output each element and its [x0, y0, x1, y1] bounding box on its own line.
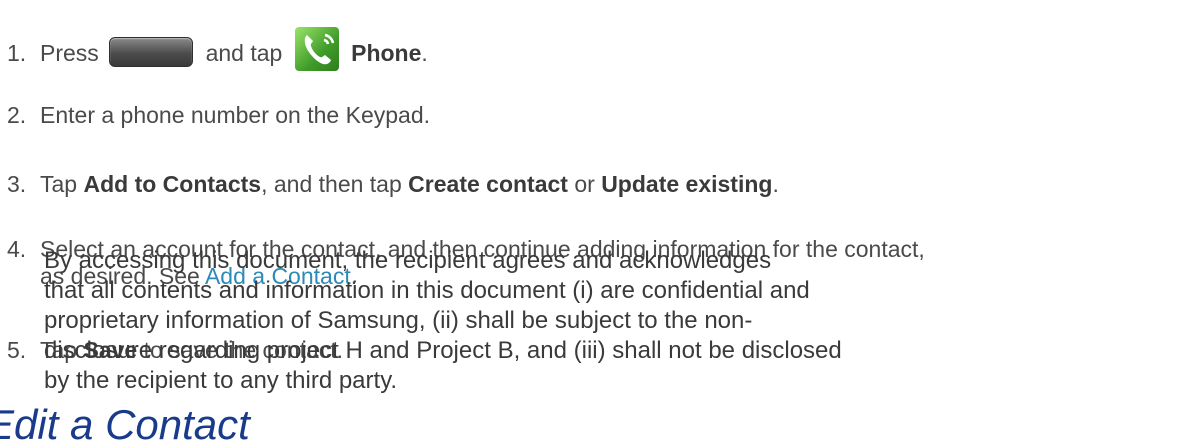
step-1: 1. Press and tap Phone. — [7, 27, 428, 71]
step-number: 2. — [7, 102, 27, 128]
section-heading: Edit a Contact — [0, 401, 250, 448]
step-number: 3. — [7, 171, 27, 197]
step-3: 3. Tap Add to Contacts, and then tap Crea… — [7, 171, 779, 198]
watermark-line: proprietary information of Samsung, (ii)… — [44, 307, 753, 334]
step-text: or — [567, 171, 602, 197]
step-number: 4. — [7, 236, 27, 262]
watermark-line: disclosure regarding project H and Proje… — [44, 337, 842, 364]
step-text: , and then tap — [261, 171, 409, 197]
step-text: Press — [40, 40, 99, 66]
step-text: Tap — [40, 171, 84, 197]
step-text: . — [772, 171, 779, 197]
confidentiality-watermark: By accessing this document, the recipien… — [44, 246, 842, 396]
step-number: 5. — [7, 337, 27, 363]
step-bold-text: Update existing — [601, 171, 773, 197]
phone-app-icon — [294, 27, 339, 71]
step-text: . — [421, 40, 428, 66]
watermark-line: that all contents and information in thi… — [44, 277, 810, 304]
home-key-icon — [109, 37, 194, 67]
watermark-line: By accessing this document, the recipien… — [44, 247, 772, 274]
step-text: Enter a phone number on the Keypad. — [40, 102, 431, 128]
step-text: and tap — [205, 40, 283, 66]
step-2: 2. Enter a phone number on the Keypad. — [7, 102, 430, 129]
step-number: 1. — [7, 40, 27, 66]
step-bold-text: Add to Contacts — [83, 171, 262, 197]
step-bold-text: Create contact — [408, 171, 568, 197]
watermark-line: by the recipient to any third party. — [44, 367, 398, 394]
step-bold-text: Phone — [351, 40, 422, 66]
